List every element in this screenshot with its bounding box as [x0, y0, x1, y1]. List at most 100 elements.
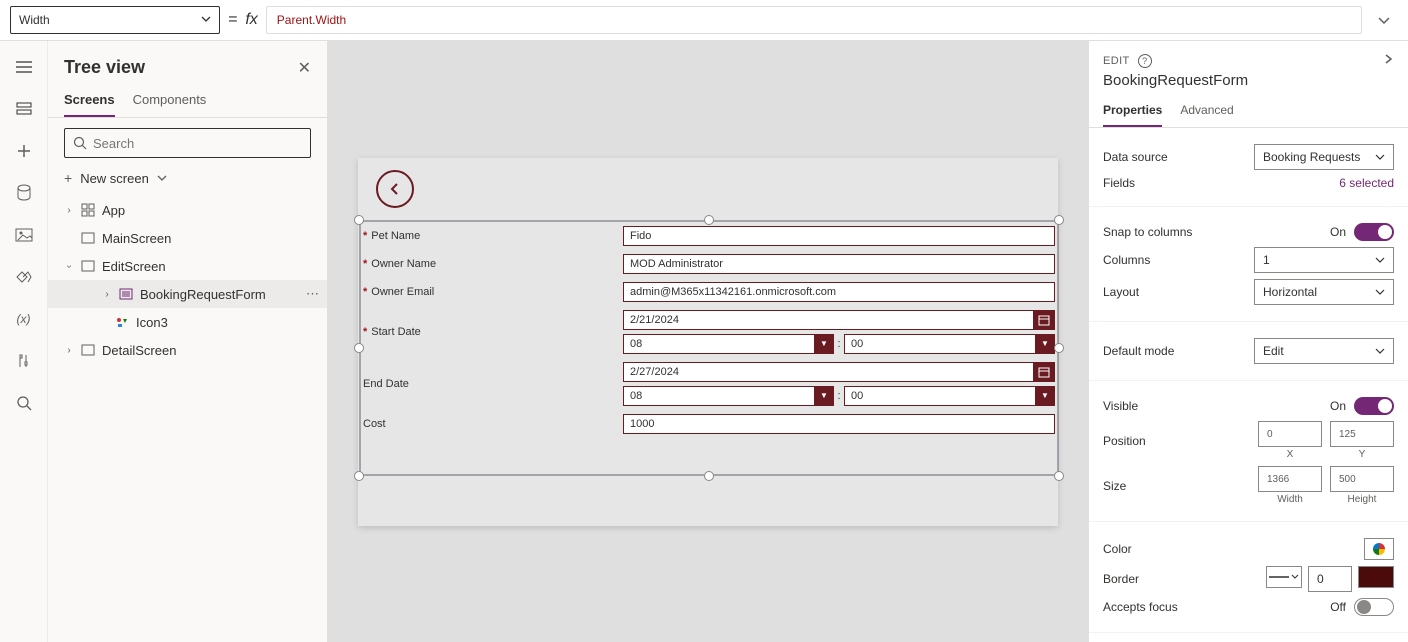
fields-link[interactable]: 6 selected — [1339, 176, 1394, 190]
snap-toggle[interactable] — [1354, 223, 1394, 241]
tree-search-input[interactable] — [64, 128, 311, 158]
datasource-select[interactable]: Booking Requests — [1254, 144, 1394, 170]
axis-label: X — [1287, 449, 1294, 460]
resize-handle[interactable] — [354, 471, 364, 481]
close-icon[interactable]: ✕ — [298, 58, 311, 78]
tab-components[interactable]: Components — [133, 86, 207, 117]
chevron-down-icon[interactable]: ▼ — [814, 386, 834, 406]
ownername-input[interactable]: MOD Administrator — [623, 254, 1055, 274]
field-label: Owner Email — [371, 286, 434, 298]
resize-handle[interactable] — [1054, 471, 1064, 481]
owneremail-input[interactable]: admin@M365x11342161.onmicrosoft.com — [623, 282, 1055, 302]
new-screen-label: New screen — [80, 171, 149, 186]
axis-label: Height — [1348, 494, 1377, 505]
variables-icon[interactable]: (x) — [14, 309, 34, 329]
time-separator: : — [834, 334, 844, 354]
layout-select[interactable]: Horizontal — [1254, 279, 1394, 305]
position-y-input[interactable]: 125 — [1330, 421, 1394, 447]
chevron-down-icon: › — [64, 261, 75, 271]
tree-item-label: Icon3 — [136, 315, 168, 330]
form-icon — [118, 286, 134, 302]
chevron-down-icon[interactable]: ▼ — [1035, 334, 1055, 354]
media-icon[interactable] — [14, 225, 34, 245]
chevron-right-icon[interactable] — [1382, 53, 1394, 68]
chevron-down-icon[interactable]: ▼ — [1035, 386, 1055, 406]
tree-item-editscreen[interactable]: › EditScreen — [48, 252, 327, 280]
tab-properties[interactable]: Properties — [1103, 97, 1162, 127]
tree-item-app[interactable]: › App — [48, 196, 327, 224]
field-label: Start Date — [371, 326, 421, 338]
chevron-right-icon: › — [64, 205, 74, 216]
settings-icon[interactable] — [14, 351, 34, 371]
data-icon[interactable] — [14, 183, 34, 203]
canvas[interactable]: *Pet Name Fido *Owner Name MOD Administr… — [328, 41, 1088, 642]
info-icon[interactable]: ? — [1138, 54, 1152, 68]
new-screen-button[interactable]: + New screen — [48, 164, 327, 192]
tab-advanced[interactable]: Advanced — [1180, 97, 1233, 127]
tree-item-icon3[interactable]: Icon3 — [48, 308, 327, 336]
size-height-input[interactable]: 500 — [1330, 466, 1394, 492]
resize-handle[interactable] — [1054, 215, 1064, 225]
chevron-right-icon: › — [64, 345, 74, 356]
field-label: End Date — [363, 378, 409, 390]
visible-toggle[interactable] — [1354, 397, 1394, 415]
cost-input[interactable]: 1000 — [623, 414, 1055, 434]
axis-label: Width — [1277, 494, 1303, 505]
toggle-label: On — [1330, 225, 1346, 239]
properties-panel: EDIT ? BookingRequestForm Properties Adv… — [1088, 41, 1408, 642]
resize-handle[interactable] — [704, 215, 714, 225]
time-separator: : — [834, 386, 844, 406]
tree-view-panel: Tree view ✕ Screens Components + New scr… — [48, 41, 328, 642]
icon-control-icon — [114, 314, 130, 330]
acceptsfocus-toggle[interactable] — [1354, 598, 1394, 616]
columns-select[interactable]: 1 — [1254, 247, 1394, 273]
tree-item-mainscreen[interactable]: MainScreen — [48, 224, 327, 252]
size-width-input[interactable]: 1366 — [1258, 466, 1322, 492]
tree-item-detailscreen[interactable]: › DetailScreen — [48, 336, 327, 364]
expand-formula-button[interactable] — [1370, 6, 1398, 34]
chevron-down-icon[interactable]: ▼ — [814, 334, 834, 354]
endmin-input[interactable]: 00 — [844, 386, 1035, 406]
power-automate-icon[interactable] — [14, 267, 34, 287]
defaultmode-select[interactable]: Edit — [1254, 338, 1394, 364]
screen-icon — [80, 258, 96, 274]
search-icon — [73, 136, 87, 150]
property-select-label: Width — [19, 13, 50, 27]
resize-handle[interactable] — [1054, 343, 1064, 353]
field-label: Pet Name — [371, 230, 420, 242]
resize-handle[interactable] — [354, 343, 364, 353]
enddate-input[interactable]: 2/27/2024 — [623, 362, 1033, 382]
prop-label: Visible — [1103, 399, 1138, 413]
endhour-input[interactable]: 08 — [623, 386, 814, 406]
edit-label: EDIT — [1103, 55, 1130, 67]
startmin-input[interactable]: 00 — [844, 334, 1035, 354]
tree-view-icon[interactable] — [14, 99, 34, 119]
more-icon[interactable]: ⋯ — [306, 286, 319, 302]
position-x-input[interactable]: 0 — [1258, 421, 1322, 447]
search-icon[interactable] — [14, 393, 34, 413]
color-picker[interactable] — [1364, 538, 1394, 560]
prop-label: Position — [1103, 434, 1146, 448]
screen-icon — [80, 230, 96, 246]
calendar-icon[interactable] — [1033, 310, 1055, 330]
resize-handle[interactable] — [354, 215, 364, 225]
toggle-label: On — [1330, 399, 1346, 413]
insert-icon[interactable] — [14, 141, 34, 161]
property-select[interactable]: Width — [10, 6, 220, 34]
hamburger-icon[interactable] — [14, 57, 34, 77]
calendar-icon[interactable] — [1033, 362, 1055, 382]
border-color-picker[interactable] — [1358, 566, 1394, 588]
tab-screens[interactable]: Screens — [64, 86, 115, 117]
tree-search-field[interactable] — [93, 136, 302, 151]
back-button[interactable] — [376, 170, 414, 208]
selected-control-name: BookingRequestForm — [1089, 72, 1408, 97]
tree-item-bookingrequestform[interactable]: › BookingRequestForm ⋯ — [48, 280, 327, 308]
prop-label: Layout — [1103, 285, 1139, 299]
border-style-select[interactable] — [1266, 566, 1302, 588]
resize-handle[interactable] — [704, 471, 714, 481]
startdate-input[interactable]: 2/21/2024 — [623, 310, 1033, 330]
border-width-input[interactable]: 0 — [1308, 566, 1352, 592]
formula-input[interactable]: Parent.Width — [266, 6, 1362, 34]
petname-input[interactable]: Fido — [623, 226, 1055, 246]
starthour-input[interactable]: 08 — [623, 334, 814, 354]
